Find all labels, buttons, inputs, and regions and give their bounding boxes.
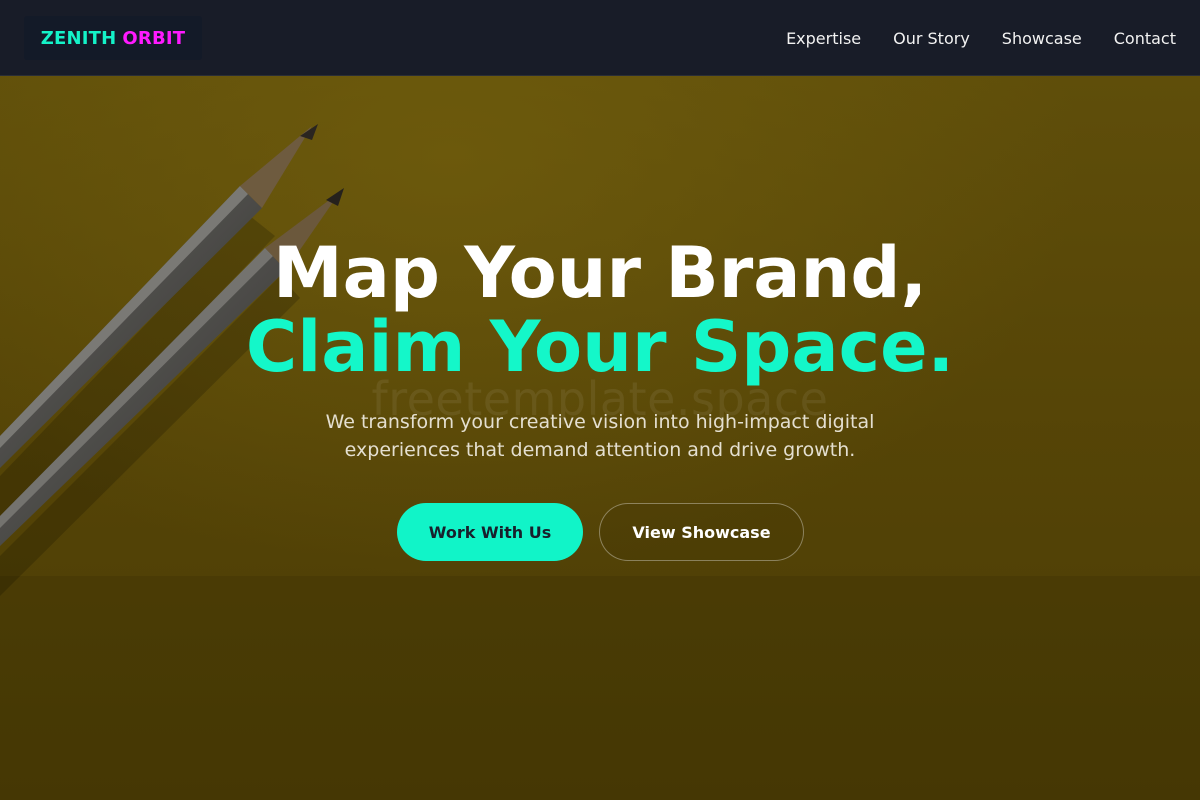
hero-section: freetemplate.space Map Your Brand, Claim… <box>0 76 1200 800</box>
headline-line-1: Map Your Brand, <box>272 232 928 314</box>
headline-line-2: Claim Your Space. <box>245 306 955 388</box>
nav-link-contact[interactable]: Contact <box>1114 29 1176 48</box>
hero-headline: Map Your Brand, Claim Your Space. <box>0 236 1200 384</box>
nav-link-our-story[interactable]: Our Story <box>893 29 970 48</box>
navbar: ZENITH ORBIT Expertise Our Story Showcas… <box>0 0 1200 76</box>
nav-link-expertise[interactable]: Expertise <box>786 29 861 48</box>
nav-link-showcase[interactable]: Showcase <box>1002 29 1082 48</box>
nav-links: Expertise Our Story Showcase Contact <box>786 0 1176 76</box>
work-with-us-button[interactable]: Work With Us <box>397 503 583 561</box>
view-showcase-button[interactable]: View Showcase <box>599 503 804 561</box>
hero-subtitle: We transform your creative vision into h… <box>325 411 875 461</box>
logo-text-secondary: ORBIT <box>122 27 186 49</box>
logo[interactable]: ZENITH ORBIT <box>24 16 202 60</box>
logo-text-primary: ZENITH <box>40 27 117 49</box>
